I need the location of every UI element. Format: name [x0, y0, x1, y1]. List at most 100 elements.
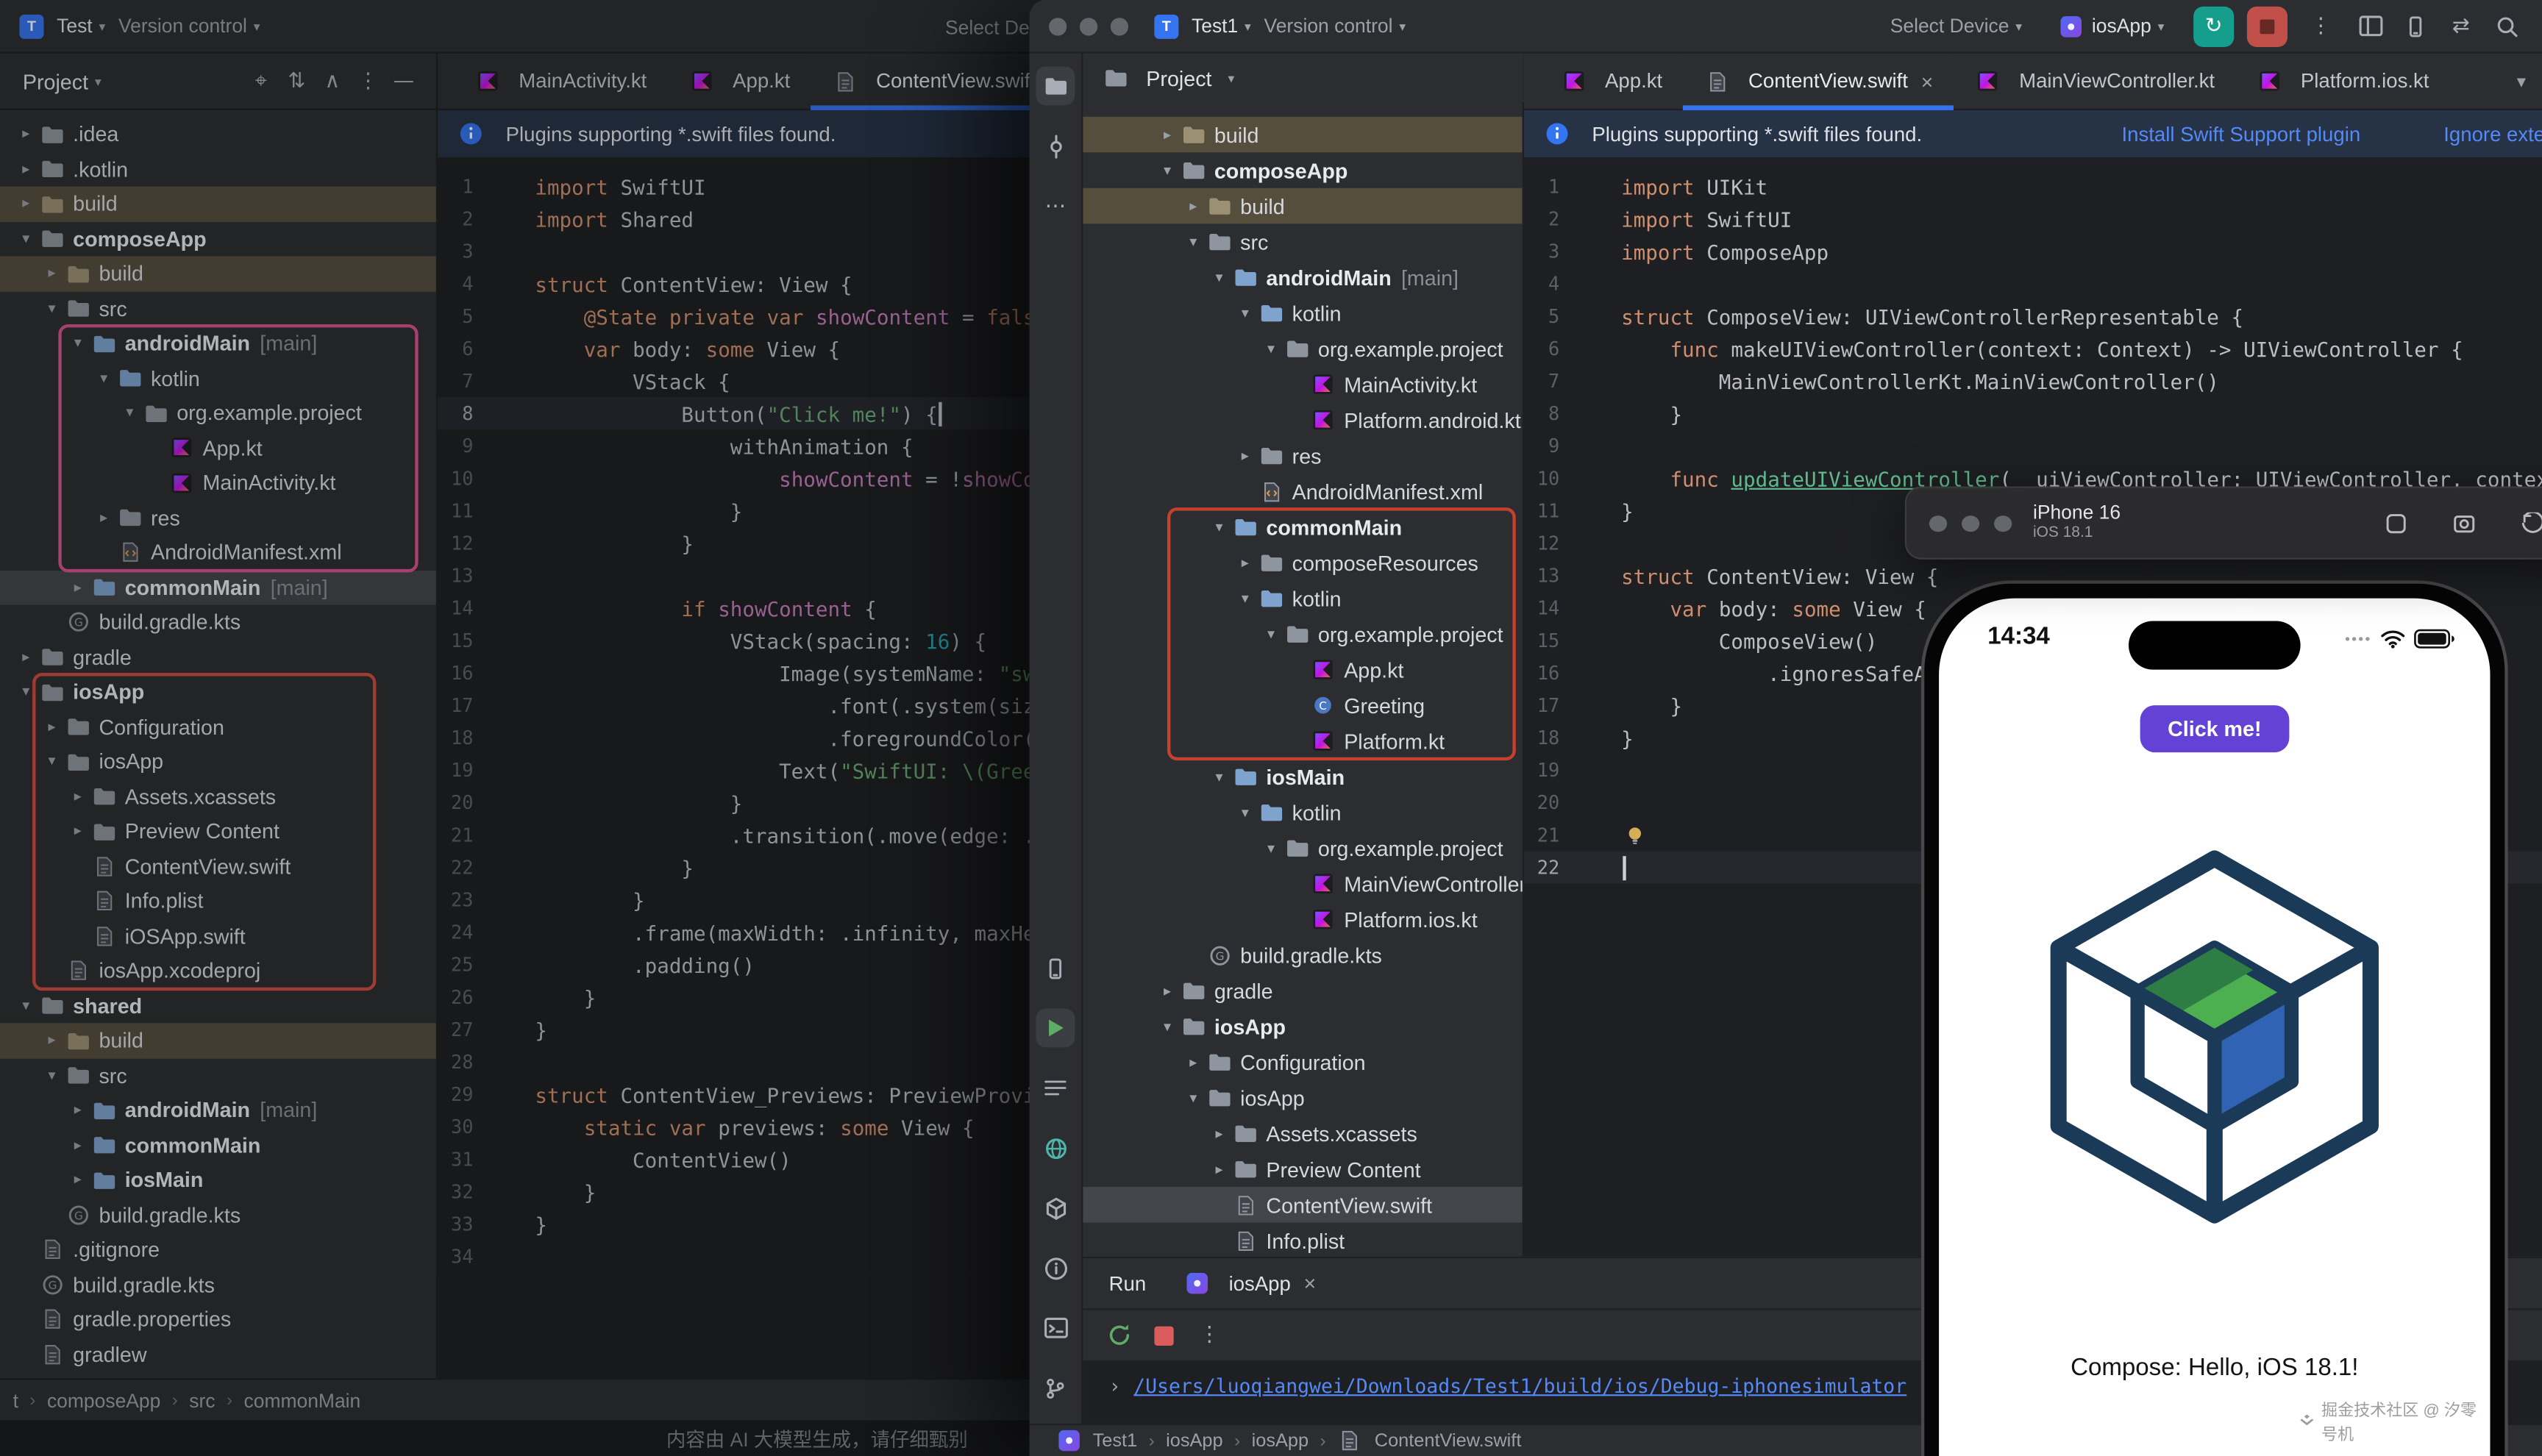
tree-row[interactable]: MainActivity.kt: [0, 465, 436, 500]
run-configuration-selector[interactable]: iosApp▾: [2058, 13, 2165, 39]
tree-row[interactable]: ▸commonMain: [0, 1128, 436, 1163]
chevron-right-icon[interactable]: ▸: [39, 265, 65, 282]
tree-row[interactable]: Gbuild.gradle.kts: [1083, 937, 1522, 973]
chevron-down-icon[interactable]: ▾: [13, 683, 39, 701]
chevron-down-icon[interactable]: ▾: [1206, 768, 1232, 785]
chevron-down-icon[interactable]: ▾: [39, 1066, 65, 1084]
tree-row[interactable]: ▸build: [1083, 117, 1522, 153]
stop-icon[interactable]: [1144, 1316, 1183, 1355]
tree-row[interactable]: gradlew: [0, 1337, 436, 1371]
project-menu[interactable]: Test1▾: [1192, 15, 1251, 38]
tree-row[interactable]: Gbuild.gradle.kts: [0, 1267, 436, 1302]
tree-row[interactable]: ▾iosApp: [1083, 1079, 1522, 1116]
tree-row[interactable]: ▾src: [0, 1058, 436, 1093]
chevron-right-icon[interactable]: ▸: [39, 718, 65, 735]
tree-row[interactable]: ▸Configuration: [1083, 1044, 1522, 1080]
vcs-menu[interactable]: Version control▾: [1264, 15, 1406, 38]
iphone-screen[interactable]: 14:34 •••• Click me!: [1939, 599, 2490, 1456]
chevron-down-icon[interactable]: ▾: [1258, 340, 1284, 357]
tree-row[interactable]: gradle.properties: [0, 1302, 436, 1337]
commit-icon[interactable]: [1036, 126, 1075, 165]
tree-row[interactable]: ▸composeResources: [1083, 545, 1522, 581]
tree-row[interactable]: ▾composeApp: [1083, 152, 1522, 188]
tree-row[interactable]: ▾org.example.project: [0, 396, 436, 430]
tree-row[interactable]: ▸Configuration: [0, 710, 436, 744]
tree-row[interactable]: Gbuild.gradle.kts: [0, 1197, 436, 1232]
device-icon[interactable]: [1036, 949, 1075, 988]
tree-row[interactable]: AndroidManifest.xml: [0, 535, 436, 570]
chevron-right-icon[interactable]: ▸: [39, 1032, 65, 1049]
ignore-extensions-link[interactable]: Ignore extensions: [2443, 122, 2542, 145]
tree-row[interactable]: Platform.kt: [1083, 723, 1522, 759]
tree-row[interactable]: CGreeting: [1083, 688, 1522, 724]
device-icon[interactable]: [2399, 10, 2432, 42]
chevron-down-icon[interactable]: ▾: [39, 753, 65, 771]
vcs-menu[interactable]: Version control▾: [118, 15, 260, 38]
window-zoom-icon[interactable]: [1111, 17, 1128, 35]
code-line[interactable]: 9: [1524, 429, 2542, 462]
panel-title[interactable]: Project: [23, 69, 88, 93]
locate-icon[interactable]: ⌖: [245, 65, 277, 97]
editor-tab[interactable]: Platform.ios.kt: [2236, 54, 2450, 110]
code-line[interactable]: 6 func makeUIViewController(context: Con…: [1524, 332, 2542, 365]
tree-row[interactable]: ▸Preview Content: [1083, 1151, 1522, 1187]
buildbox-icon[interactable]: [1036, 1188, 1075, 1227]
project-menu[interactable]: Test▾: [57, 15, 105, 38]
tree-row[interactable]: ▾org.example.project: [1083, 331, 1522, 367]
tree-row[interactable]: AndroidManifest.xml: [1083, 474, 1522, 510]
tree-row[interactable]: ▾kotlin: [0, 361, 436, 396]
sim-minimize-icon[interactable]: [1962, 515, 1979, 531]
chevron-down-icon[interactable]: ▾: [39, 299, 65, 317]
tree-row[interactable]: MainViewController.kt: [1083, 866, 1522, 902]
chevron-down-icon[interactable]: ▾: [13, 230, 39, 248]
tree-row[interactable]: MainActivity.kt: [1083, 366, 1522, 402]
chevron-right-icon[interactable]: ▸: [13, 125, 39, 143]
breadcrumb-item[interactable]: src: [186, 1388, 218, 1411]
hide-icon[interactable]: —: [388, 65, 420, 97]
window-close-icon[interactable]: [1049, 17, 1067, 35]
layout-icon[interactable]: [2354, 10, 2386, 42]
chevron-right-icon[interactable]: ▸: [65, 1136, 90, 1154]
tree-row[interactable]: ▾src: [1083, 224, 1522, 260]
chevron-down-icon[interactable]: ▾: [1154, 1018, 1180, 1035]
updown-icon[interactable]: ⇅: [280, 65, 313, 97]
tree-row[interactable]: ▸res: [1083, 438, 1522, 474]
tree-row[interactable]: ▾iosApp: [0, 744, 436, 779]
install-swift-plugin-link[interactable]: Install Swift Support plugin: [2121, 122, 2360, 145]
tree-row[interactable]: ▸Assets.xcassets: [1083, 1116, 1522, 1152]
code-line[interactable]: 1import UIKit: [1524, 171, 2542, 203]
chevron-down-icon[interactable]: ▾: [90, 369, 116, 387]
collapse-icon[interactable]: ∧: [316, 65, 349, 97]
tree-row[interactable]: ContentView.swift: [0, 849, 436, 883]
tree-row[interactable]: App.kt: [0, 430, 436, 465]
chevron-right-icon[interactable]: ▸: [65, 1102, 90, 1119]
terminal-icon[interactable]: [1036, 1308, 1075, 1347]
sim-rotate-icon[interactable]: [2513, 504, 2542, 543]
tree-row[interactable]: ▾androidMain[main]: [0, 326, 436, 360]
tree-row[interactable]: ▾kotlin: [1083, 580, 1522, 616]
chevron-right-icon[interactable]: ▸: [1154, 982, 1180, 999]
editor-tab[interactable]: App.kt: [668, 53, 811, 110]
chevron-down-icon[interactable]: ▾: [1258, 839, 1284, 857]
sim-home-icon[interactable]: [2377, 504, 2415, 543]
intention-bulb-icon[interactable]: [1621, 822, 1647, 848]
run-icon[interactable]: [1036, 1008, 1075, 1047]
tree-row[interactable]: App.kt: [1083, 652, 1522, 688]
git-branch-icon[interactable]: [1036, 1368, 1075, 1407]
tree-row[interactable]: ▸commonMain[main]: [0, 570, 436, 604]
tree-row[interactable]: ▾androidMain[main]: [1083, 260, 1522, 296]
window-minimize-icon[interactable]: [1080, 17, 1097, 35]
tree-row[interactable]: ▾iosApp: [1083, 1008, 1522, 1044]
chevron-down-icon[interactable]: ▾: [117, 404, 143, 422]
tree-row[interactable]: ▸build: [1083, 188, 1522, 224]
chevron-right-icon[interactable]: ▸: [65, 822, 90, 840]
search-icon[interactable]: [2490, 10, 2522, 42]
tree-row[interactable]: ▸gradle: [0, 640, 436, 674]
tree-row[interactable]: ▸.idea: [0, 117, 436, 151]
chevron-down-icon[interactable]: ▾: [1232, 589, 1258, 607]
code-line[interactable]: 2import SwiftUI: [1524, 203, 2542, 235]
editor-tab[interactable]: MainActivity.kt: [454, 53, 668, 110]
chevron-right-icon[interactable]: ▸: [65, 579, 90, 596]
kebab-menu-icon[interactable]: ⋮: [2301, 14, 2341, 38]
tree-row[interactable]: Info.plist: [1083, 1222, 1522, 1256]
